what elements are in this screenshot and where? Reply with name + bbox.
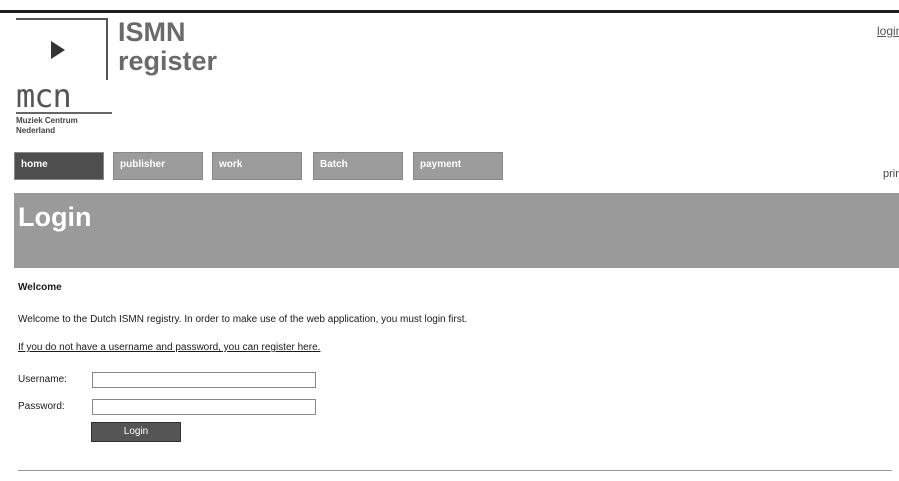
password-label: Password: (18, 401, 65, 412)
app-title-line1: ISMN (118, 17, 186, 47)
nav-item-work[interactable]: work (212, 152, 302, 180)
logo-org-line1: Muziek Centrum (16, 116, 78, 125)
username-field[interactable] (92, 372, 316, 388)
welcome-heading: Welcome (18, 282, 62, 293)
logo-org-name: Muziek Centrum Nederland (16, 116, 78, 136)
logo-mark-text: mcn (16, 77, 72, 115)
top-rule (0, 10, 899, 13)
welcome-text: Welcome to the Dutch ISMN registry. In o… (18, 314, 468, 325)
login-link[interactable]: login (877, 24, 899, 38)
nav-item-batch[interactable]: Batch (313, 152, 403, 180)
logo-rule (16, 112, 112, 114)
page-title: Login (18, 202, 92, 232)
nav-item-home[interactable]: home (14, 152, 104, 180)
page-banner: Login (14, 193, 899, 268)
register-link[interactable]: If you do not have a username and passwo… (18, 342, 320, 353)
bottom-divider (18, 470, 892, 471)
password-field[interactable] (92, 399, 316, 415)
username-label: Username: (18, 374, 67, 385)
login-button[interactable]: Login (91, 422, 181, 442)
mcn-logo: mcn Muziek Centrum Nederland (16, 18, 112, 148)
play-icon (51, 41, 65, 59)
print-link[interactable]: print (883, 168, 899, 180)
logo-org-line2: Nederland (16, 126, 56, 135)
app-title-line2: register (118, 46, 218, 76)
nav-item-publisher[interactable]: publisher (113, 152, 203, 180)
nav-item-payment[interactable]: payment (413, 152, 503, 180)
app-title: ISMN register (118, 18, 217, 76)
